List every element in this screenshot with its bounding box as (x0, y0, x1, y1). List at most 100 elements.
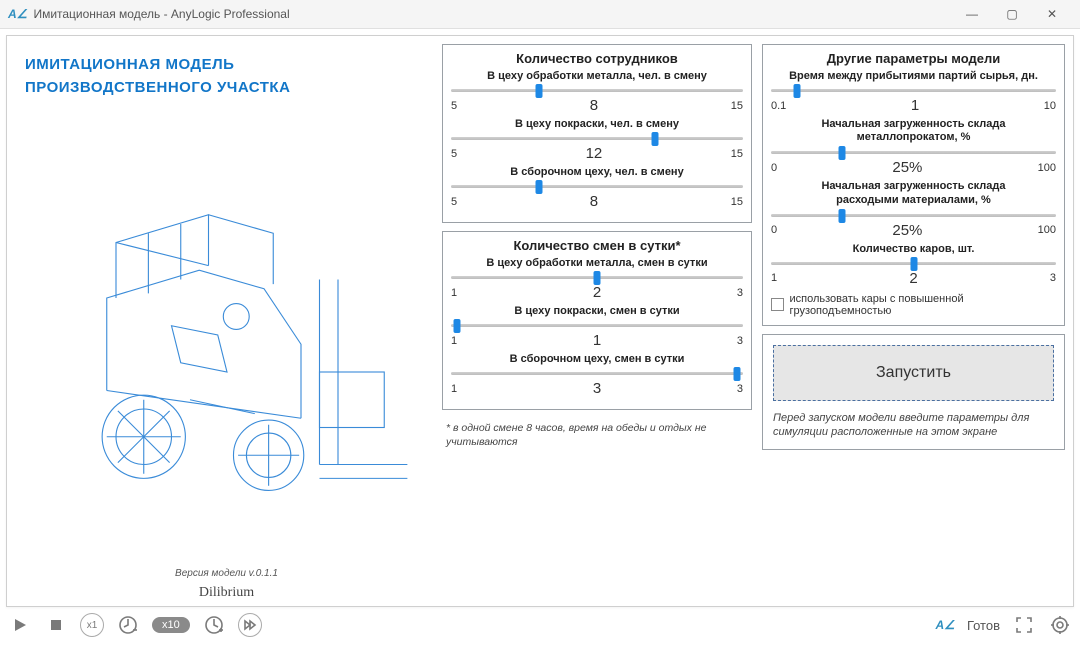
model-heading-line1: ИМИТАЦИОННАЯ МОДЕЛЬ (25, 54, 432, 77)
model-version: Версия модели v.0.1.1 (21, 568, 432, 579)
slider-label-line1: Начальная загруженность склада (821, 118, 1005, 130)
playback-toolbar: x1 x10 A∠ Готов (8, 611, 1072, 639)
slider-max: 10 (1044, 100, 1056, 112)
stop-button[interactable] (44, 613, 68, 637)
fast-forward-icon (243, 618, 257, 632)
slider-label: В цеху обработки металла, чел. в смену (451, 70, 743, 82)
slider-stock-consumables: Начальная загруженность склада расходыми… (771, 180, 1056, 238)
window-title-bar: A∠ Имитационная модель - AnyLogic Profes… (0, 0, 1080, 29)
slider-shifts-assembly: В сборочном цеху, смен в сутки 1 3 3 (451, 353, 743, 397)
slider-label: Время между прибытиями партий сырья, дн. (771, 70, 1056, 82)
slider-label-line1: Начальная загруженность склада (821, 180, 1005, 192)
run-button[interactable]: Запустить (773, 345, 1054, 401)
gear-icon (1051, 616, 1069, 634)
slider-max: 100 (1038, 162, 1056, 174)
fullscreen-icon (1015, 616, 1033, 634)
panel-run: Запустить Перед запуском модели введите … (762, 334, 1065, 451)
slider-employees-assembly: В сборочном цеху, чел. в смену 5 8 15 (451, 166, 743, 210)
fast-forward-button[interactable] (238, 613, 262, 637)
panel-employees: Количество сотрудников В цеху обработки … (442, 44, 752, 223)
slider-label: Количество каров, шт. (771, 243, 1056, 255)
slider-min: 1 (771, 272, 777, 284)
window-minimize-button[interactable]: — (952, 7, 992, 21)
slider-min: 1 (451, 335, 457, 347)
model-heading: ИМИТАЦИОННАЯ МОДЕЛЬ ПРОИЗВОДСТВЕННОГО УЧ… (25, 54, 432, 99)
speed-up-button[interactable] (202, 613, 226, 637)
speed-up-icon (204, 615, 224, 635)
slider-min: 5 (451, 196, 457, 208)
right-pane: Количество сотрудников В цеху обработки … (442, 36, 1073, 606)
slider-track[interactable] (451, 368, 743, 378)
window-title: Имитационная модель - AnyLogic Professio… (33, 7, 952, 21)
model-heading-line2: ПРОИЗВОДСТВЕННОГО УЧАСТКА (25, 77, 432, 100)
slider-max: 3 (737, 287, 743, 299)
panel-shifts: Количество смен в сутки* В цеху обработк… (442, 231, 752, 410)
speed-indicator[interactable]: x10 (152, 617, 190, 633)
slider-label: В сборочном цеху, смен в сутки (451, 353, 743, 365)
slider-employees-paint: В цеху покраски, чел. в смену 5 12 15 (451, 118, 743, 162)
slider-max: 3 (737, 335, 743, 347)
slider-min: 1 (451, 383, 457, 395)
slider-label: Начальная загруженность склада расходыми… (771, 180, 1056, 206)
slider-employees-metal: В цеху обработки металла, чел. в смену 5… (451, 70, 743, 114)
slider-label: В сборочном цеху, чел. в смену (451, 166, 743, 178)
fullscreen-button[interactable] (1012, 613, 1036, 637)
checkbox-box-icon (771, 298, 784, 311)
play-button[interactable] (8, 613, 32, 637)
main-frame: ИМИТАЦИОННАЯ МОДЕЛЬ ПРОИЗВОДСТВЕННОГО УЧ… (6, 35, 1074, 607)
slider-track[interactable] (451, 85, 743, 95)
status-text: Готов (967, 618, 1000, 633)
slider-shifts-metal: В цеху обработки металла, смен в сутки 1… (451, 257, 743, 301)
slider-interarrival: Время между прибытиями партий сырья, дн.… (771, 70, 1056, 114)
slider-track[interactable] (451, 272, 743, 282)
slider-max: 100 (1038, 224, 1056, 236)
slider-max: 3 (1050, 272, 1056, 284)
app-icon: A∠ (8, 7, 27, 21)
slider-max: 15 (731, 196, 743, 208)
anylogic-status-icon: A∠ (936, 618, 955, 632)
right-column: Другие параметры модели Время между приб… (762, 44, 1065, 598)
slider-label-line2: расходыми материалами, % (836, 194, 991, 206)
slider-track[interactable] (771, 210, 1056, 220)
slider-track[interactable] (451, 320, 743, 330)
slider-track[interactable] (771, 258, 1056, 268)
slider-shifts-paint: В цеху покраски, смен в сутки 1 1 3 (451, 305, 743, 349)
slider-value: 1 (593, 332, 601, 349)
slider-value: 1 (911, 97, 919, 114)
slider-min: 0 (771, 162, 777, 174)
slider-value: 25% (892, 222, 922, 239)
slider-max: 15 (731, 100, 743, 112)
slider-track[interactable] (451, 133, 743, 143)
slider-label: В цеху покраски, смен в сутки (451, 305, 743, 317)
window-close-button[interactable]: ✕ (1032, 7, 1072, 21)
run-note: Перед запуском модели введите параметры … (773, 411, 1054, 440)
window-maximize-button[interactable]: ▢ (992, 7, 1032, 21)
slow-down-icon (118, 615, 138, 635)
checkbox-label: использовать кары с повышенной грузоподъ… (790, 293, 1056, 317)
brand-label: Dilibrium (21, 585, 432, 601)
slider-track[interactable] (451, 181, 743, 191)
shifts-footnote: * в одной смене 8 часов, время на обеды … (446, 422, 752, 449)
slider-track[interactable] (771, 85, 1056, 95)
slider-label-line2: металлопрокатом, % (857, 131, 971, 143)
play-icon (12, 617, 28, 633)
slider-label: В цеху покраски, чел. в смену (451, 118, 743, 130)
vehicle-illustration (21, 109, 432, 560)
slider-max: 3 (737, 383, 743, 395)
slow-down-button[interactable] (116, 613, 140, 637)
panel-employees-title: Количество сотрудников (451, 51, 743, 66)
stop-icon (49, 618, 63, 632)
slider-value: 3 (593, 380, 601, 397)
settings-button[interactable] (1048, 613, 1072, 637)
speed-x1-icon: x1 (87, 620, 98, 631)
middle-column: Количество сотрудников В цеху обработки … (442, 44, 752, 598)
slider-value: 8 (590, 97, 598, 114)
slider-value: 2 (593, 284, 601, 301)
slider-label: В цеху обработки металла, смен в сутки (451, 257, 743, 269)
checkbox-heavy-forklifts[interactable]: использовать кары с повышенной грузоподъ… (771, 293, 1056, 317)
slider-value: 25% (892, 159, 922, 176)
slider-value: 2 (909, 270, 917, 287)
slider-min: 0.1 (771, 100, 786, 112)
slider-track[interactable] (771, 147, 1056, 157)
speed-x1-button[interactable]: x1 (80, 613, 104, 637)
